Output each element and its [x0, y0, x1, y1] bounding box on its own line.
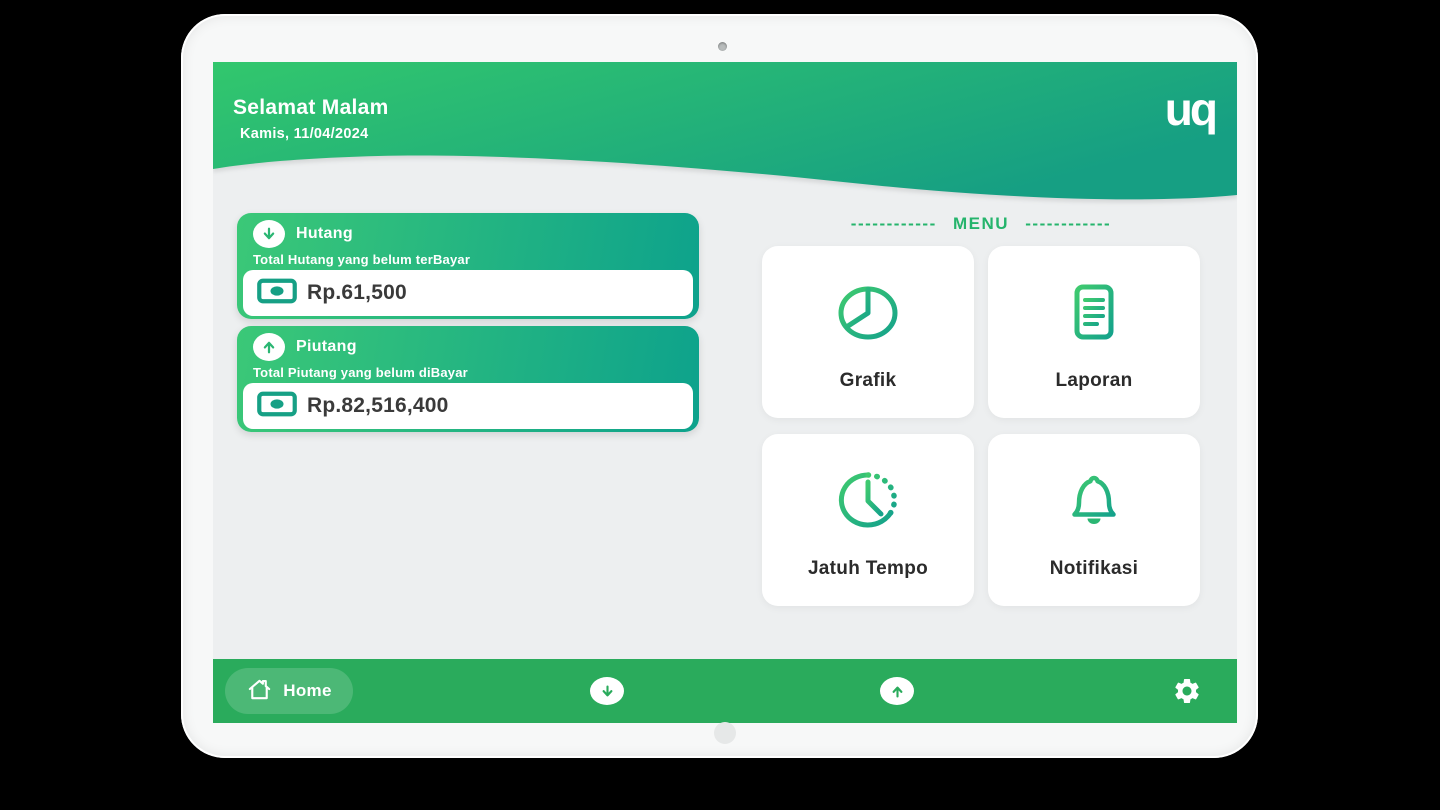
menu-dashes-right: ------------: [1025, 214, 1111, 233]
nav-home-button[interactable]: Home: [225, 668, 353, 714]
pie-chart-icon: [832, 276, 904, 350]
nav-upload-button[interactable]: [880, 677, 914, 705]
hutang-card-header: Hutang: [237, 213, 699, 248]
menu-grid: Grafik Laporan: [762, 246, 1200, 606]
bell-icon: [1058, 464, 1130, 538]
hutang-amount: Rp.61,500: [307, 281, 407, 305]
hutang-subtitle: Total Hutang yang belum terBayar: [253, 252, 699, 267]
piutang-subtitle: Total Piutang yang belum diBayar: [253, 365, 699, 380]
menu-item-laporan[interactable]: Laporan: [988, 246, 1200, 418]
greeting-block: Selamat Malam Kamis, 11/04/2024: [233, 96, 389, 142]
header: Selamat Malam Kamis, 11/04/2024 uq: [213, 62, 1237, 212]
tablet-frame: Selamat Malam Kamis, 11/04/2024 uq Hutan…: [181, 14, 1258, 758]
banknote-icon: [256, 277, 298, 310]
app-screen: Selamat Malam Kamis, 11/04/2024 uq Hutan…: [213, 62, 1237, 723]
piutang-card-header: Piutang: [237, 326, 699, 361]
menu-title: MENU: [953, 214, 1009, 233]
arrow-up-icon: [889, 683, 906, 700]
menu-item-jatuh-tempo[interactable]: Jatuh Tempo: [762, 434, 974, 606]
menu-heading: ------------ MENU ------------: [762, 214, 1200, 234]
hutang-card[interactable]: Hutang Total Hutang yang belum terBayar …: [237, 213, 699, 319]
home-button-indicator[interactable]: [714, 722, 736, 744]
home-icon: [246, 676, 273, 707]
stage: Selamat Malam Kamis, 11/04/2024 uq Hutan…: [0, 0, 1440, 810]
gear-icon: [1172, 676, 1202, 706]
menu-label-notifikasi: Notifikasi: [1050, 558, 1139, 580]
header-date: Kamis, 11/04/2024: [240, 126, 389, 142]
app-logo: uq: [1165, 86, 1215, 132]
arrow-down-icon: [599, 683, 616, 700]
piutang-title: Piutang: [296, 338, 357, 356]
piutang-amount-strip: Rp.82,516,400: [243, 383, 693, 429]
hutang-title: Hutang: [296, 225, 353, 243]
menu-label-laporan: Laporan: [1055, 370, 1132, 392]
nav-home-label: Home: [283, 681, 331, 701]
piutang-amount: Rp.82,516,400: [307, 394, 449, 418]
bottom-nav: Home: [213, 659, 1237, 723]
nav-download-button[interactable]: [590, 677, 624, 705]
camera-dot: [718, 42, 727, 51]
menu-item-notifikasi[interactable]: Notifikasi: [988, 434, 1200, 606]
arrow-down-circle-icon: [253, 220, 285, 248]
clock-icon: [830, 464, 906, 538]
banknote-icon: [256, 390, 298, 423]
menu-dashes-left: ------------: [851, 214, 937, 233]
piutang-card[interactable]: Piutang Total Piutang yang belum diBayar…: [237, 326, 699, 432]
greeting-text: Selamat Malam: [233, 96, 389, 120]
menu-label-grafik: Grafik: [840, 370, 897, 392]
report-icon: [1058, 276, 1130, 350]
menu-item-grafik[interactable]: Grafik: [762, 246, 974, 418]
arrow-up-circle-icon: [253, 333, 285, 361]
menu-label-jatuh-tempo: Jatuh Tempo: [808, 558, 928, 580]
hutang-amount-strip: Rp.61,500: [243, 270, 693, 316]
nav-settings-button[interactable]: [1172, 676, 1202, 706]
